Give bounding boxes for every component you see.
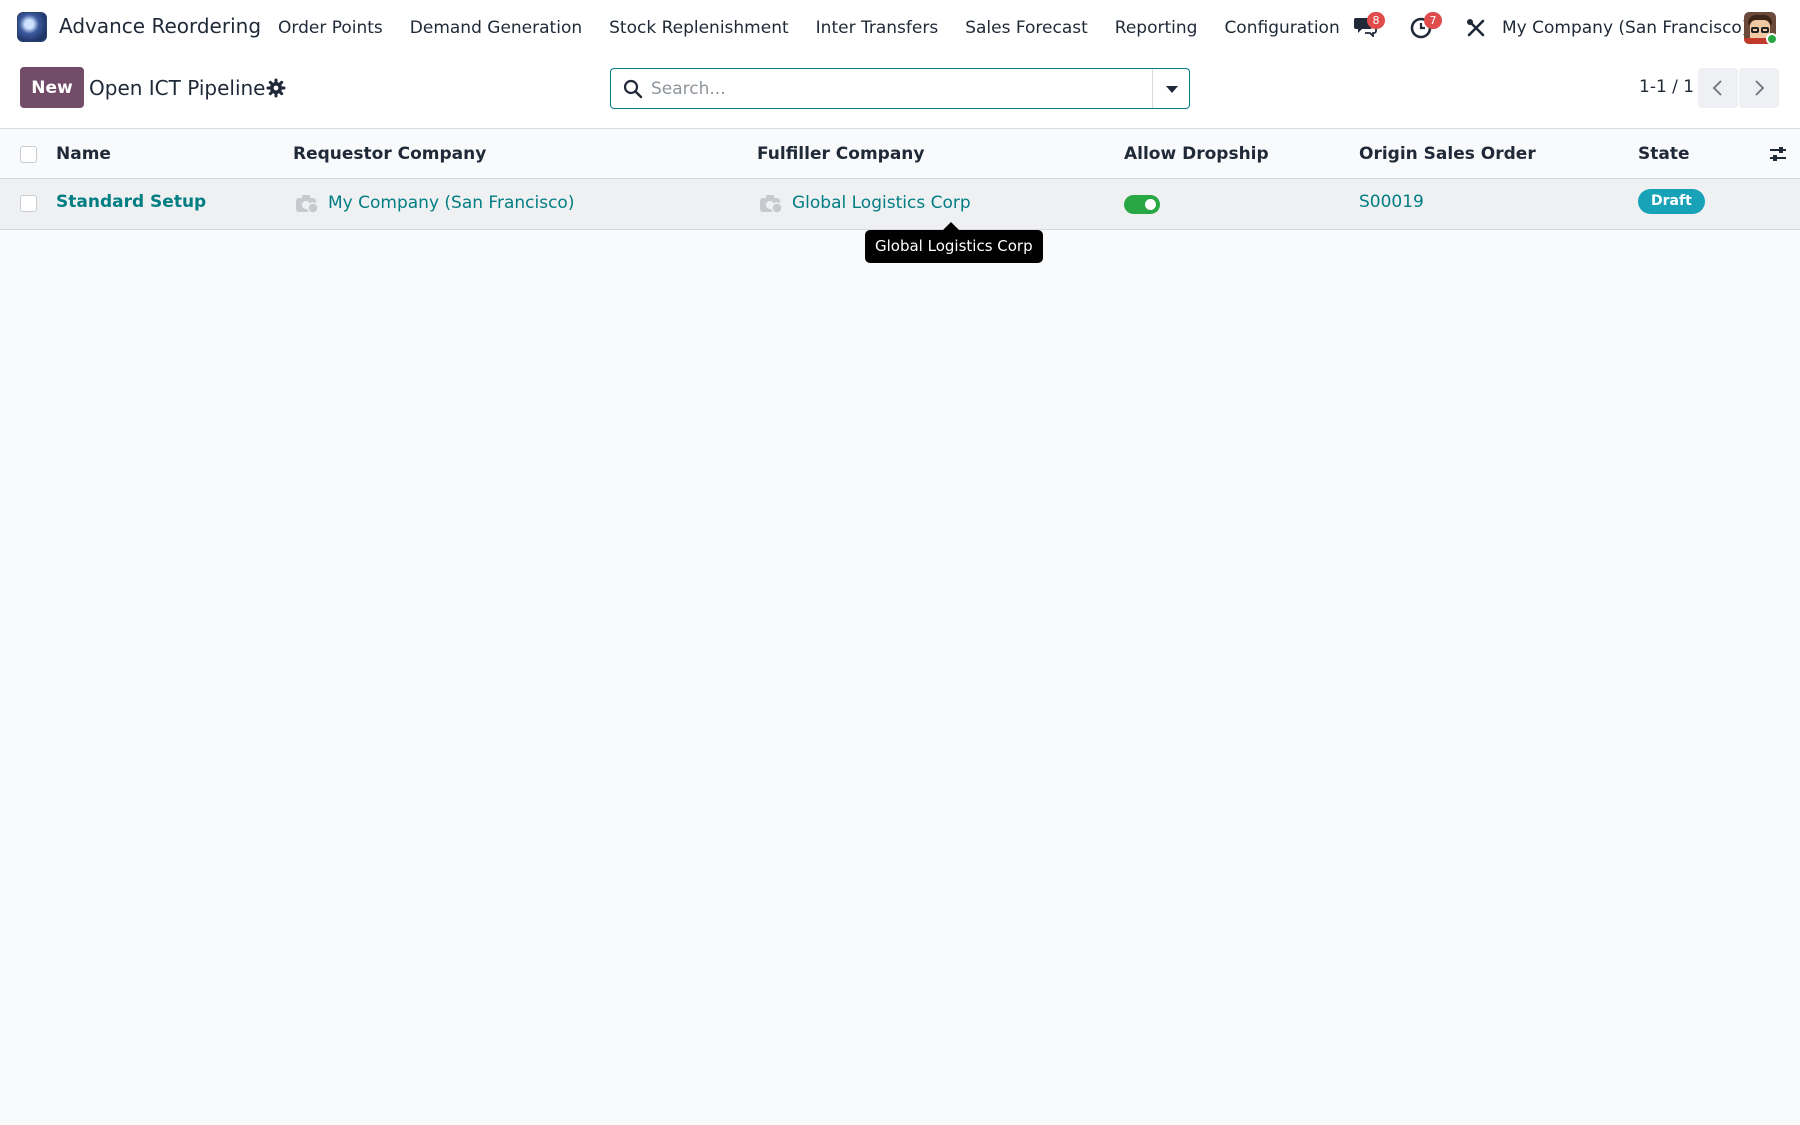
main-menu: Order Points Demand Generation Stock Rep… <box>278 18 1367 38</box>
menu-item-order-points[interactable]: Order Points <box>278 18 383 38</box>
column-header-name[interactable]: Name <box>56 144 111 164</box>
top-navbar: Advance Reordering Order Points Demand G… <box>0 0 1800 57</box>
app-title[interactable]: Advance Reordering <box>59 14 261 38</box>
gear-icon[interactable] <box>266 78 286 98</box>
menu-item-sales-forecast[interactable]: Sales Forecast <box>965 18 1088 38</box>
column-header-allow-dropship[interactable]: Allow Dropship <box>1124 144 1269 164</box>
menu-item-stock-replenishment[interactable]: Stock Replenishment <box>609 18 789 38</box>
messages-button[interactable]: 8 <box>1353 12 1385 43</box>
column-header-requestor-company[interactable]: Requestor Company <box>293 144 486 164</box>
avatar-glasses-left <box>1751 27 1759 33</box>
control-panel: New Open ICT Pipeline 1-1 / 1 <box>0 57 1800 129</box>
select-all-checkbox[interactable] <box>20 146 37 163</box>
search-input[interactable] <box>651 69 1151 108</box>
page-title: Open ICT Pipeline <box>89 76 266 100</box>
chevron-left-icon <box>1712 80 1722 96</box>
camera-placeholder-icon <box>760 195 783 214</box>
tooltip: Global Logistics Corp <box>865 222 1043 263</box>
pager-previous-button[interactable] <box>1698 68 1738 108</box>
row-select-checkbox[interactable] <box>20 195 37 212</box>
optional-columns-icon[interactable] <box>1768 144 1788 164</box>
menu-item-reporting[interactable]: Reporting <box>1115 18 1198 38</box>
row-name[interactable]: Standard Setup <box>56 192 206 212</box>
table-row[interactable]: Standard Setup My Company (San Francisco… <box>0 179 1800 230</box>
column-header-fulfiller-company[interactable]: Fulfiller Company <box>757 144 924 164</box>
row-origin-sales-order[interactable]: S00019 <box>1359 192 1424 212</box>
company-switcher[interactable]: My Company (San Francisco) <box>1502 18 1748 38</box>
pager-next-button[interactable] <box>1739 68 1779 108</box>
activities-button[interactable]: 7 <box>1410 12 1442 43</box>
menu-item-demand-generation[interactable]: Demand Generation <box>410 18 582 38</box>
online-status-icon <box>1766 33 1778 45</box>
pager-value[interactable]: 1-1 / 1 <box>1639 77 1694 97</box>
activities-count-badge: 7 <box>1424 12 1442 29</box>
column-header-origin-sales-order[interactable]: Origin Sales Order <box>1359 144 1536 164</box>
app-logo-icon[interactable] <box>17 12 47 42</box>
tools-icon <box>1467 19 1485 37</box>
column-header-state[interactable]: State <box>1638 144 1690 164</box>
debug-tools-button[interactable] <box>1465 17 1495 45</box>
allow-dropship-toggle[interactable] <box>1124 195 1160 214</box>
new-button[interactable]: New <box>20 67 84 108</box>
list-header: Name Requestor Company Fulfiller Company… <box>0 130 1800 179</box>
status-badge: Draft <box>1638 189 1705 214</box>
search-box <box>610 68 1190 109</box>
menu-item-inter-transfers[interactable]: Inter Transfers <box>816 18 939 38</box>
search-icon <box>623 79 643 99</box>
row-requestor-company[interactable]: My Company (San Francisco) <box>328 193 574 213</box>
camera-placeholder-icon <box>296 195 319 214</box>
avatar-glasses-right <box>1761 27 1769 33</box>
menu-item-configuration[interactable]: Configuration <box>1224 18 1339 38</box>
row-fulfiller-company[interactable]: Global Logistics Corp <box>792 193 971 213</box>
messages-count-badge: 8 <box>1367 12 1385 29</box>
search-options-toggle[interactable] <box>1152 69 1189 108</box>
chevron-right-icon <box>1755 80 1765 96</box>
